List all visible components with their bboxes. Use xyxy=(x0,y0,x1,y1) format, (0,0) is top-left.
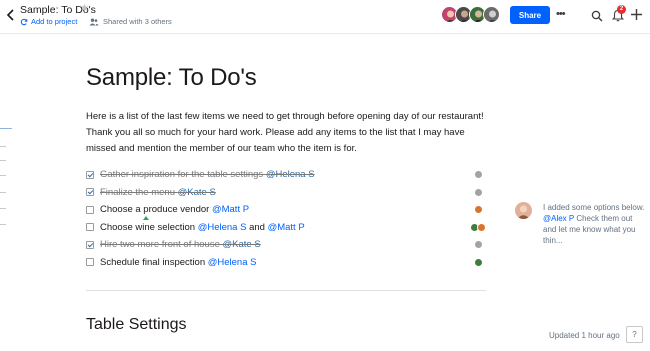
mention[interactable]: @Alex P xyxy=(543,214,574,223)
outline-marker[interactable] xyxy=(0,192,6,193)
todo-text[interactable]: Hire two more front of house @Kate S xyxy=(100,239,261,250)
mention[interactable]: @Kate S xyxy=(178,187,216,198)
todo-text[interactable]: Finalize the menu @Kate S xyxy=(100,187,216,198)
mention[interactable]: @Matt P xyxy=(212,204,249,215)
todo-list: Gather inspiration for the table setting… xyxy=(86,166,496,271)
assignee-avatars xyxy=(474,240,483,249)
avatar[interactable] xyxy=(515,202,532,219)
back-arrow-icon[interactable] xyxy=(6,7,16,23)
assignee-avatars xyxy=(474,170,483,179)
todo-text[interactable]: Gather inspiration for the table setting… xyxy=(100,169,315,180)
avatar[interactable] xyxy=(474,205,483,214)
todo-checkbox[interactable] xyxy=(86,188,94,197)
mention[interactable]: @Matt P xyxy=(268,222,305,233)
last-updated: Updated 1 hour ago xyxy=(549,331,620,340)
section-heading: Table Settings xyxy=(86,316,187,333)
page-title: Sample: To Do's xyxy=(86,64,257,91)
comment-text: I added some options below. @Alex P Chec… xyxy=(543,203,645,245)
more-options-icon[interactable]: ••• xyxy=(556,7,570,23)
notification-badge: 2 xyxy=(617,5,626,14)
star-icon[interactable]: ★ xyxy=(80,3,89,15)
search-icon[interactable] xyxy=(591,9,603,22)
todo-checkbox[interactable] xyxy=(86,240,94,249)
todo-checkbox[interactable] xyxy=(86,223,94,232)
help-button[interactable]: ? xyxy=(626,326,643,343)
todo-text[interactable]: Choose a produce vendor @Matt P xyxy=(100,204,249,221)
share-button[interactable]: Share xyxy=(510,6,550,24)
mention[interactable]: @Helena S xyxy=(208,257,257,268)
todo-text[interactable]: Choose wine selection @Helena S and @Mat… xyxy=(100,222,305,233)
top-bar: Sample: To Do's ★ Add to project Shared … xyxy=(0,0,650,34)
assignee-avatars xyxy=(474,187,483,197)
avatar[interactable] xyxy=(483,6,500,23)
mention[interactable]: @Helena S xyxy=(198,222,247,233)
avatar[interactable] xyxy=(477,222,486,232)
avatar[interactable] xyxy=(474,170,483,179)
add-to-project-label: Add to project xyxy=(31,17,78,26)
plus-icon[interactable] xyxy=(630,8,643,21)
avatar[interactable] xyxy=(474,257,483,267)
todo-item: Gather inspiration for the table setting… xyxy=(86,166,496,184)
todo-item: Choose wine selection @Helena S and @Mat… xyxy=(86,219,496,237)
outline-marker[interactable] xyxy=(0,146,6,147)
shared-with[interactable]: Shared with 3 others xyxy=(89,17,172,26)
mention[interactable]: @Helena S xyxy=(266,169,315,180)
todo-checkbox[interactable] xyxy=(86,205,94,214)
collaborator-avatars xyxy=(441,6,500,23)
assignee-avatars xyxy=(474,257,483,267)
avatar[interactable] xyxy=(474,187,483,197)
avatar[interactable] xyxy=(474,240,483,249)
header-divider xyxy=(0,33,650,34)
outline-marker[interactable] xyxy=(0,224,6,225)
todo-item: Schedule final inspection @Helena S xyxy=(86,254,496,272)
todo-item: Hire two more front of house @Kate S xyxy=(86,236,496,254)
intro-paragraph: Here is a list of the last few items we … xyxy=(86,111,484,154)
people-icon xyxy=(89,18,99,25)
mention[interactable]: @Kate S xyxy=(223,239,261,250)
assignee-avatars xyxy=(470,222,486,232)
outline-marker[interactable] xyxy=(0,208,6,209)
outline-marker[interactable] xyxy=(0,175,6,176)
add-to-project-link[interactable]: Add to project xyxy=(20,17,77,26)
todo-text[interactable]: Schedule final inspection @Helena S xyxy=(100,257,256,268)
todo-item: Choose a produce vendor @Matt P xyxy=(86,201,496,221)
section-divider xyxy=(86,290,486,291)
todo-item: Finalize the menu @Kate S xyxy=(86,184,496,202)
refresh-icon xyxy=(20,18,28,25)
assignee-avatars xyxy=(474,205,483,214)
todo-checkbox[interactable] xyxy=(86,258,94,267)
todo-checkbox[interactable] xyxy=(86,170,94,179)
outline-marker[interactable] xyxy=(0,128,12,129)
outline-marker[interactable] xyxy=(0,160,6,161)
shared-with-label: Shared with 3 others xyxy=(103,17,172,26)
